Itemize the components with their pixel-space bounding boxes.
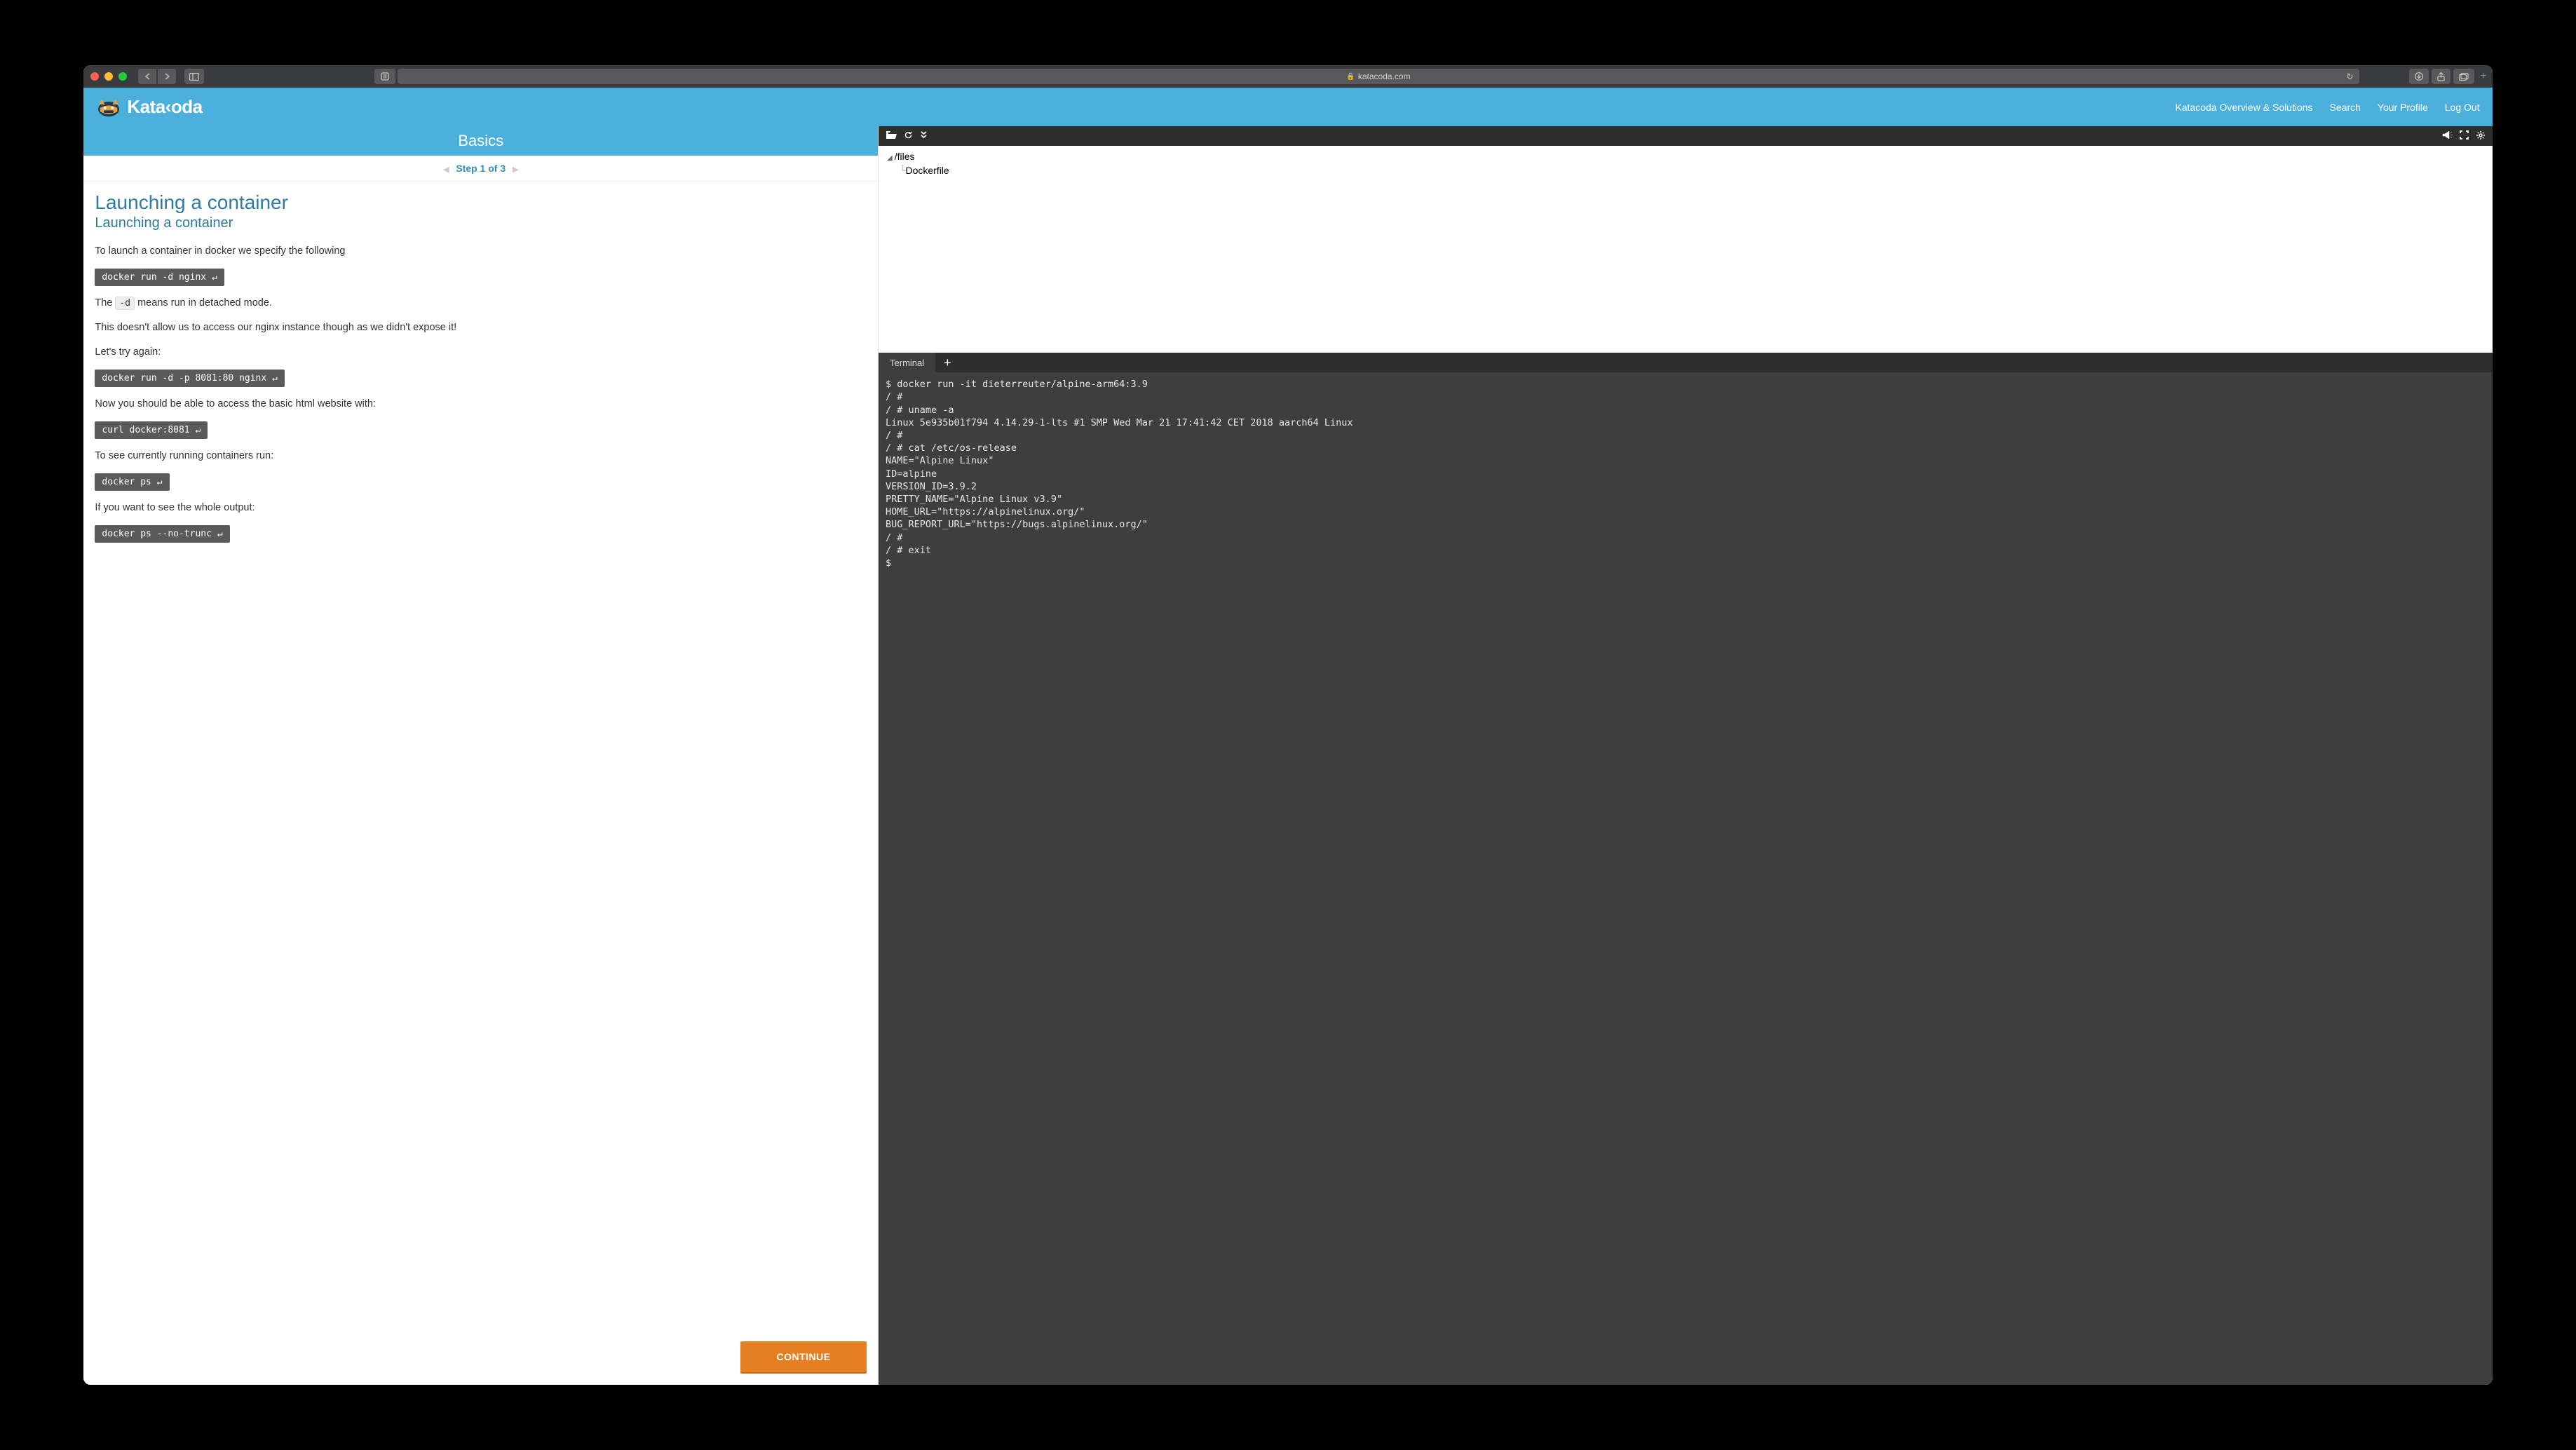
lesson-pane: Basics ◀ Step 1 of 3 ▶ Launching a conta…: [83, 126, 879, 1385]
katacoda-header: Kata‹oda Katacoda Overview & Solutions S…: [83, 88, 2492, 126]
file-toolbar: [879, 126, 2493, 146]
tree-file[interactable]: └Dockerfile: [900, 164, 2484, 179]
reload-icon[interactable]: ↻: [2347, 72, 2354, 81]
continue-button[interactable]: CONTINUE: [740, 1341, 867, 1374]
add-terminal-button[interactable]: +: [935, 355, 960, 370]
lesson-text: To launch a container in docker we speci…: [95, 244, 867, 259]
reader-button[interactable]: [374, 69, 395, 84]
browser-window: 🔒 katacoda.com ↻ +: [83, 65, 2492, 1385]
main-nav: Katacoda Overview & Solutions Search You…: [2175, 102, 2479, 113]
code-block[interactable]: docker ps --no-trunc ↵: [95, 525, 229, 543]
nav-buttons: [138, 69, 176, 84]
terminal-output[interactable]: $ docker run -it dieterreuter/alpine-arm…: [879, 372, 2493, 1385]
prev-step-icon[interactable]: ◀: [443, 165, 449, 174]
terminal-tabs: Terminal +: [879, 353, 2493, 372]
lesson-content: Launching a container Launching a contai…: [83, 182, 878, 1337]
lesson-text: To see currently running containers run:: [95, 449, 867, 463]
main-area: Basics ◀ Step 1 of 3 ▶ Launching a conta…: [83, 126, 2492, 1385]
step-label: Step 1 of 3: [456, 163, 506, 174]
tree-toggle-icon[interactable]: ◢: [887, 154, 893, 162]
lesson-text: Let's try again:: [95, 345, 867, 360]
code-block[interactable]: docker run -d -p 8081:80 nginx ↵: [95, 370, 284, 387]
chevron-double-down-icon[interactable]: [920, 130, 928, 142]
section-title: Basics: [83, 126, 878, 156]
nav-profile[interactable]: Your Profile: [2378, 102, 2428, 113]
nav-search[interactable]: Search: [2330, 102, 2361, 113]
megaphone-icon[interactable]: [2442, 130, 2453, 142]
fullscreen-icon[interactable]: [2460, 130, 2469, 142]
traffic-lights: [90, 72, 127, 81]
step-nav: ◀ Step 1 of 3 ▶: [83, 156, 878, 182]
terminal-tab[interactable]: Terminal: [879, 353, 935, 372]
gear-icon[interactable]: [2476, 130, 2486, 142]
file-tree: ◢/files └Dockerfile: [879, 146, 2493, 353]
refresh-icon[interactable]: [904, 130, 913, 142]
downloads-button[interactable]: [2409, 69, 2429, 84]
inline-code: -d: [115, 297, 135, 310]
folder-open-icon[interactable]: [886, 130, 897, 142]
katacoda-logo-icon: [96, 97, 121, 118]
maximize-window-button[interactable]: [118, 72, 127, 81]
lesson-title: Launching a container: [95, 191, 867, 214]
nav-overview[interactable]: Katacoda Overview & Solutions: [2175, 102, 2312, 113]
editor-pane: ◢/files └Dockerfile Terminal + $ docker …: [879, 126, 2493, 1385]
new-tab-button[interactable]: +: [2480, 70, 2486, 83]
tabs-button[interactable]: [2453, 69, 2474, 84]
url-bar[interactable]: 🔒 katacoda.com ↻: [398, 69, 2359, 84]
lesson-text: The -d means run in detached mode.: [95, 296, 867, 311]
lesson-text: If you want to see the whole output:: [95, 501, 867, 515]
tree-root[interactable]: ◢/files: [887, 150, 2484, 164]
url-text: katacoda.com: [1358, 72, 1411, 81]
lesson-subtitle: Launching a container: [95, 215, 867, 231]
nav-logout[interactable]: Log Out: [2445, 102, 2480, 113]
browser-titlebar: 🔒 katacoda.com ↻ +: [83, 65, 2492, 88]
next-step-icon[interactable]: ▶: [513, 165, 518, 174]
back-button[interactable]: [138, 69, 156, 84]
minimize-window-button[interactable]: [104, 72, 113, 81]
sidebar-toggle-button[interactable]: [184, 69, 204, 84]
code-block[interactable]: docker ps ↵: [95, 473, 169, 491]
close-window-button[interactable]: [90, 72, 99, 81]
lesson-text: This doesn't allow us to access our ngin…: [95, 320, 867, 335]
forward-button[interactable]: [158, 69, 176, 84]
logo-text: Kata‹oda: [127, 96, 202, 118]
lesson-text: Now you should be able to access the bas…: [95, 397, 867, 412]
code-block[interactable]: docker run -d nginx ↵: [95, 269, 224, 286]
logo[interactable]: Kata‹oda: [96, 96, 202, 118]
code-block[interactable]: curl docker:8081 ↵: [95, 421, 208, 439]
share-button[interactable]: [2432, 69, 2450, 84]
lock-icon: 🔒: [1346, 73, 1355, 81]
